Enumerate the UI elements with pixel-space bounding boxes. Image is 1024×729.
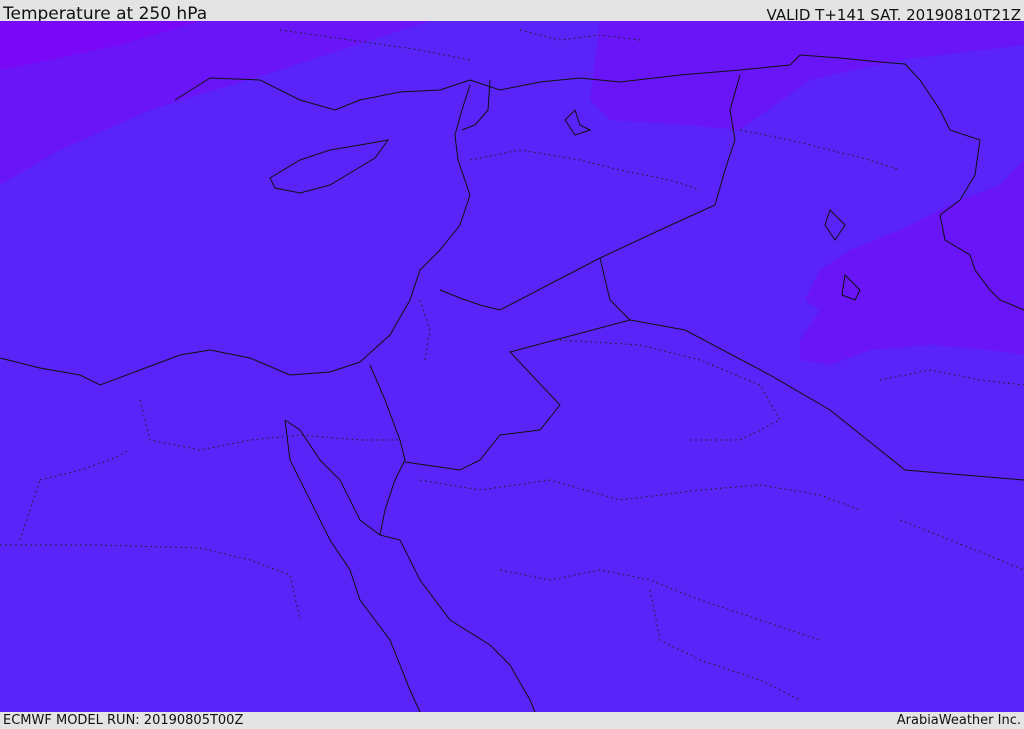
coastlines	[0, 54, 1024, 712]
warm-band-north	[590, 21, 1024, 130]
map-canvas	[0, 21, 1024, 712]
header-bar: Temperature at 250 hPa VALID T+141 SAT. …	[0, 0, 1024, 24]
footer-bar: ECMWF MODEL RUN: 20190805T00Z ArabiaWeat…	[0, 712, 1024, 729]
model-run-label: ECMWF MODEL RUN: 20190805T00Z	[3, 713, 244, 728]
warm-band-east	[800, 160, 1024, 365]
credit-label: ArabiaWeather Inc.	[896, 713, 1021, 728]
weather-map[interactable]	[0, 21, 1024, 712]
